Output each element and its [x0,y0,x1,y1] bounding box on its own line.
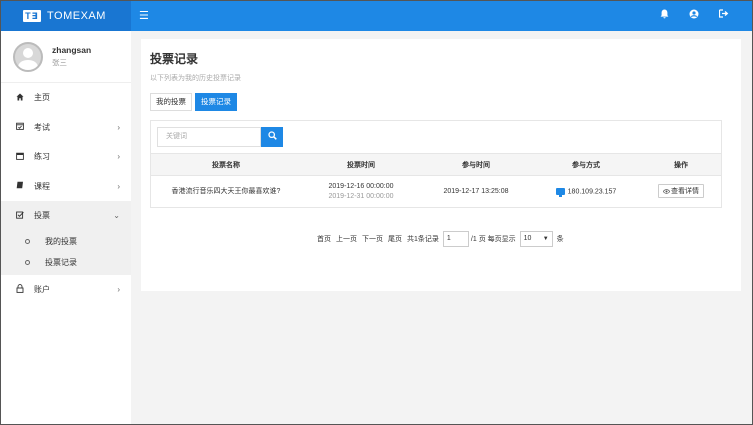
column-header: 参与时间 [421,153,531,176]
avatar [13,41,43,72]
caret-down-icon: ▼ [542,236,549,242]
submenu-item-vote-records[interactable]: 投票记录 [1,252,131,273]
total-records: 共1条记录 [407,236,439,243]
top-icons [658,9,730,22]
circle-icon [25,259,30,265]
tabs: 我的投票 投票记录 [150,93,237,111]
chevron-right-icon: › [117,181,120,191]
logout-icon[interactable] [718,9,730,22]
sidebar-item-account[interactable]: 账户 › [1,275,131,305]
lock-icon [15,283,25,295]
top-bar: T∃ TOMEXAM ☰ [1,1,752,31]
vote-start-time: 2019-12-16 00:00:00 [328,182,394,190]
cell-join-time: 2019-12-17 13:25:08 [443,187,509,195]
sidebar-item-practice[interactable]: 练习 › [1,142,131,172]
sidebar-item-label: 课程 [34,181,50,191]
sidebar-item-exam[interactable]: 考试 › [1,113,131,143]
app-window: T∃ TOMEXAM ☰ zhangsan 张三 主页 考试 › 练习 › 课程… [0,0,753,425]
page-info: /1 页 每页显示 [470,236,516,243]
sidebar-item-course[interactable]: 课程 › [1,172,131,202]
cell-vote-time: 2019-12-16 00:00:00 2019-12-31 00:00:00 [301,176,421,207]
desktop-icon [555,187,565,197]
user-info: zhangsan 张三 [52,45,91,68]
user-profile: zhangsan 张三 [1,31,131,83]
cell-vote-name: 香港流行音乐四大天王你最喜欢谁? [171,188,281,196]
vote-end-time: 2019-12-31 00:00:00 [328,192,394,200]
tab-my-votes[interactable]: 我的投票 [150,93,192,111]
column-header: 参与方式 [531,153,641,176]
submenu-item-my-votes[interactable]: 我的投票 [1,231,131,252]
cell-action: 查看详情 [641,176,721,207]
bell-icon[interactable] [658,9,670,22]
pagination: 首页 上一页 下一页 尾页 共1条记录 1 /1 页 每页显示 10 ▼ 条 [317,231,564,247]
eye-icon [662,189,671,194]
chevron-right-icon: › [117,152,120,162]
sidebar-item-label: 主页 [34,93,50,103]
chevron-right-icon: › [117,122,120,132]
logo-icon: T∃ [23,10,41,22]
submenu-item-label: 投票记录 [45,257,77,267]
book-icon [15,181,25,191]
search-input[interactable]: 关键词 [157,127,261,147]
cell-join-method: 180.109.23.157 [531,176,641,207]
search-icon [267,131,277,140]
table-row: 香港流行音乐四大天王你最喜欢谁? 2019-12-16 00:00:00 201… [151,176,721,207]
prev-page-link[interactable]: 上一页 [336,234,357,244]
brand[interactable]: T∃ TOMEXAM [1,1,131,31]
column-header: 操作 [641,153,721,176]
next-page-link[interactable]: 下一页 [362,234,383,244]
sidebar-item-label: 账户 [34,284,50,294]
tab-vote-records[interactable]: 投票记录 [195,93,237,111]
join-method-ip: 180.109.23.157 [567,187,617,195]
main-panel: 投票记录 以下列表为我的历史投票记录 我的投票 投票记录 关键词 投票名称 投票… [141,39,741,291]
username: zhangsan [52,45,92,55]
view-details-button[interactable]: 查看详情 [658,184,704,199]
check-square-icon [15,211,25,221]
table-header-row: 投票名称 投票时间 参与时间 参与方式 操作 [151,153,721,176]
page-number-input[interactable]: 1 [442,231,469,247]
last-page-link[interactable]: 尾页 [388,234,402,244]
page-size-select[interactable]: 10 ▼ [519,231,553,247]
sidebar: zhangsan 张三 主页 考试 › 练习 › 课程 › 投票 ⌄ 我的投票 … [1,31,131,424]
page-title: 投票记录 [150,52,199,66]
column-header: 投票名称 [151,153,301,176]
submenu-item-label: 我的投票 [45,236,77,246]
sidebar-item-vote[interactable]: 投票 ⌄ [1,201,131,231]
vote-submenu: 我的投票 投票记录 [1,230,131,275]
sidebar-item-label: 投票 [34,211,50,221]
circle-icon [25,238,30,244]
records-table: 投票名称 投票时间 参与时间 参与方式 操作 香港流行音乐四大天王你最喜欢谁? … [151,153,721,207]
menu-toggle-icon[interactable]: ☰ [139,9,149,22]
column-header: 投票时间 [301,153,421,176]
calendar-icon [15,152,25,162]
view-details-label: 查看详情 [671,188,699,196]
search-button[interactable] [261,127,283,147]
sidebar-item-label: 考试 [34,122,50,132]
chevron-right-icon: › [117,284,120,294]
user-icon[interactable] [688,9,700,22]
page-subtitle: 以下列表为我的历史投票记录 [150,75,241,82]
calendar-check-icon [15,122,25,132]
first-page-link[interactable]: 首页 [317,234,331,244]
brand-name: TOMEXAM [47,10,106,22]
sidebar-item-label: 练习 [34,152,50,162]
page-size-value: 10 [523,235,532,242]
chevron-down-icon: ⌄ [113,211,120,221]
sidebar-item-home[interactable]: 主页 [1,83,131,113]
records-box: 关键词 投票名称 投票时间 参与时间 参与方式 操作 香港流行音乐四大天王你最喜… [150,120,722,208]
home-icon [15,93,25,103]
page-size-unit: 条 [556,236,564,243]
user-real-name: 张三 [52,58,67,67]
